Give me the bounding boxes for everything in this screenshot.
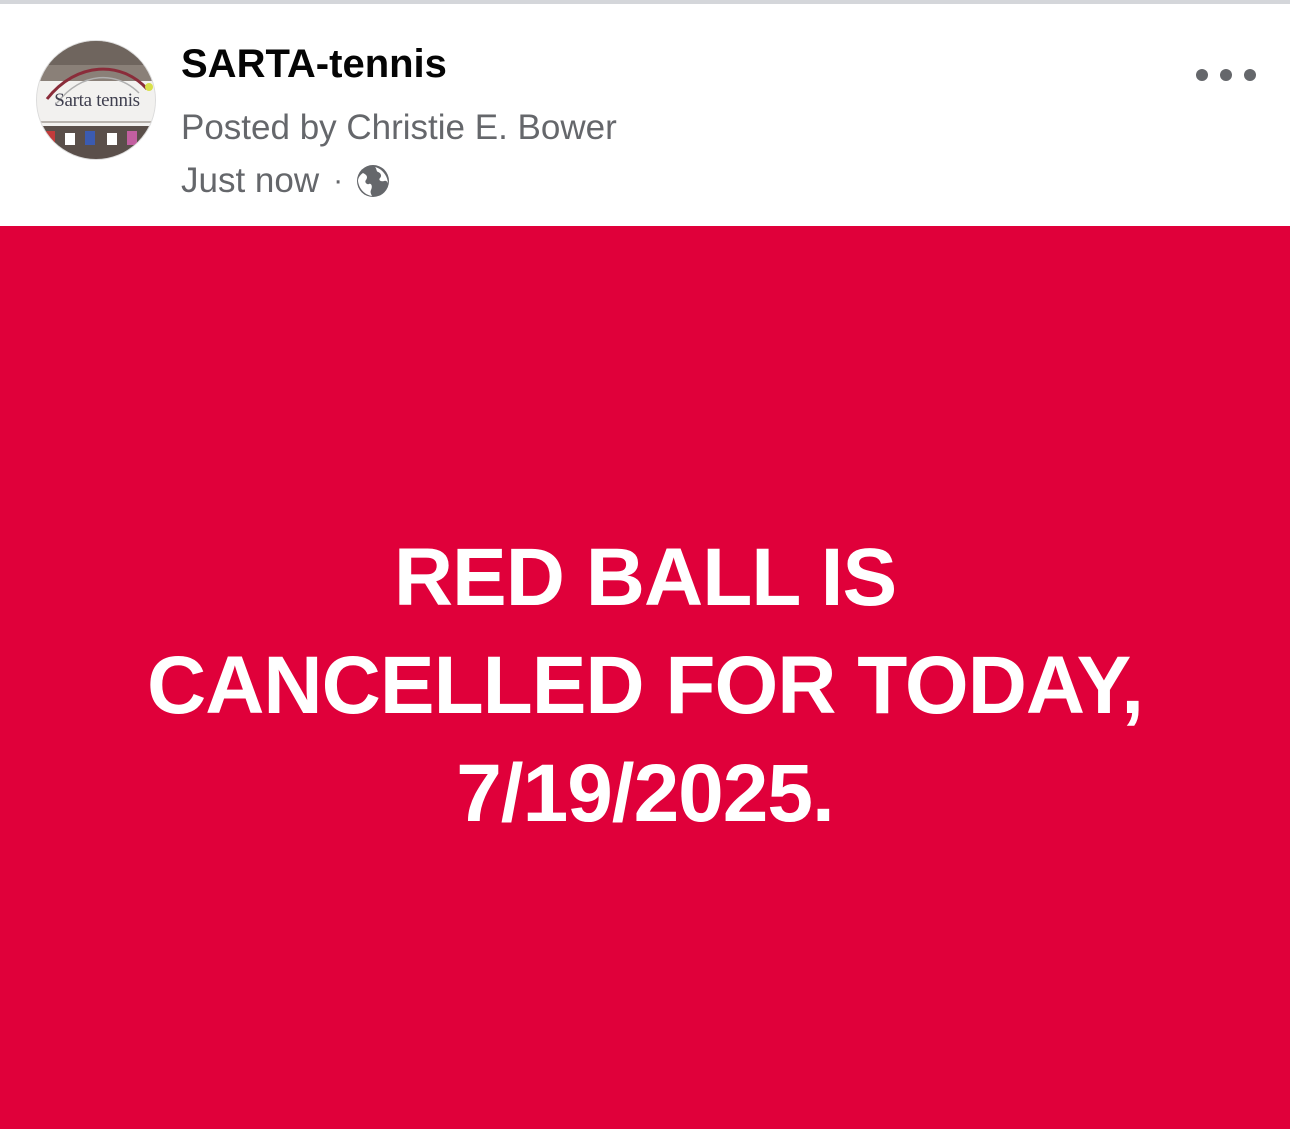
posted-by-label: Posted by Christie E. Bower	[181, 108, 617, 147]
meta-separator: ·	[333, 164, 344, 197]
post-header: Sarta tennis SARTA-tennis Posted by Chri…	[0, 4, 1290, 226]
globe-icon[interactable]	[355, 163, 391, 199]
post-message-line: 7/19/2025.	[456, 747, 835, 839]
page-name[interactable]: SARTA-tennis	[181, 42, 447, 87]
timestamp[interactable]: Just now	[181, 161, 319, 201]
post-content[interactable]: RED BALL IS CANCELLED FOR TODAY, 7/19/20…	[0, 226, 1290, 1129]
more-options-dot	[1220, 69, 1232, 81]
post-meta: Just now ·	[181, 159, 391, 203]
post-message-line: CANCELLED FOR TODAY,	[147, 639, 1144, 731]
post-message-line: RED BALL IS	[393, 531, 897, 623]
more-options-button[interactable]	[1196, 60, 1256, 90]
more-options-icon	[1196, 69, 1208, 81]
page-avatar[interactable]: Sarta tennis	[36, 40, 156, 160]
avatar-logo-text: Sarta tennis	[54, 90, 140, 111]
post-message: RED BALL IS CANCELLED FOR TODAY, 7/19/20…	[147, 524, 1144, 848]
more-options-dot	[1244, 69, 1256, 81]
